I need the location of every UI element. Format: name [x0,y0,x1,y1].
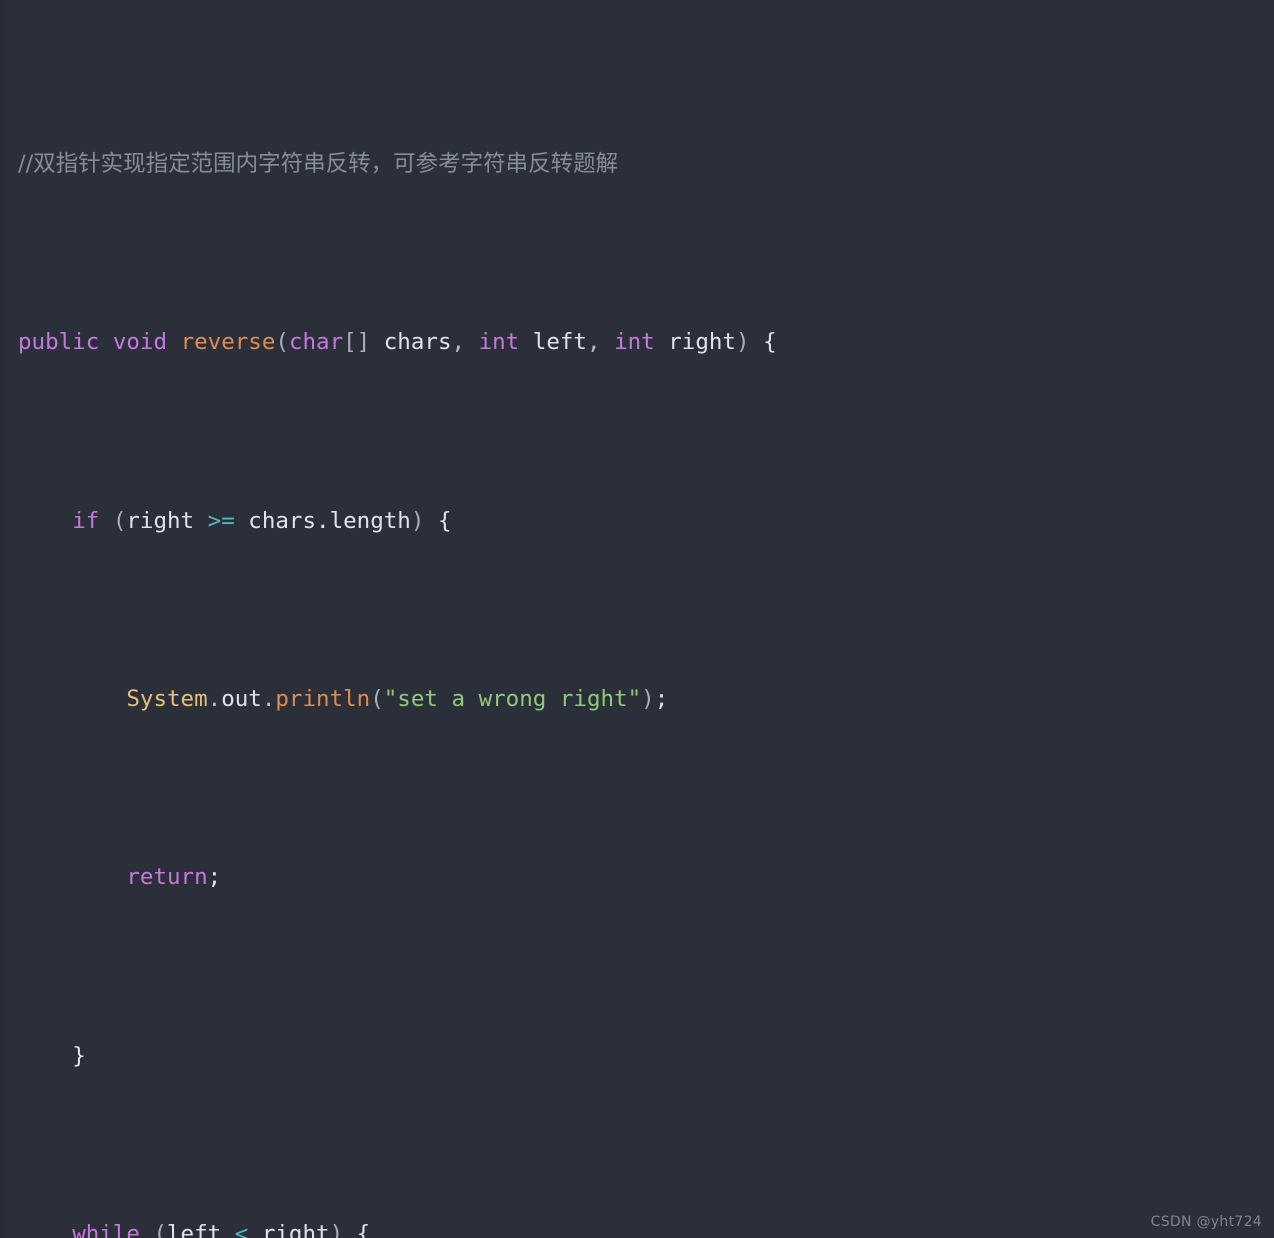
token-keyword-void: void [112,329,168,356]
token-expr-chars-length: chars.length [234,507,411,534]
token-operator-gte: >= [207,507,235,534]
code-line[interactable]: public void reverse(char[] chars, int le… [18,320,1274,365]
code-line[interactable]: } [18,1034,1274,1079]
token-comma: , [451,329,466,356]
token-keyword-if: if [72,507,100,534]
token-brace-close: } [72,1042,86,1069]
token-identifier-right: right [654,329,736,356]
code-block[interactable]: //双指针实现指定范围内字符串反转，可参考字符串反转题解 public void… [18,8,1274,1238]
token-semicolon: ; [207,864,222,891]
token-comment: //双指针实现指定范围内字符串反转，可参考字符串反转题解 [18,150,619,177]
code-screenshot: //双指针实现指定范围内字符串反转，可参考字符串反转题解 public void… [0,0,1274,1238]
token-paren-close: ) [641,685,655,712]
code-line[interactable]: while (left < right) { [18,1212,1274,1238]
left-gutter-strip [0,0,5,1238]
token-keyword-char: char [288,329,344,356]
token-paren-open: ( [370,685,384,712]
token-method-println: println [275,685,371,712]
code-line[interactable]: System.out.println("set a wrong right"); [18,677,1274,722]
code-line[interactable]: return; [18,855,1274,900]
token-comma: , [586,329,601,356]
token-brace-open: { [424,507,452,534]
token-field-out: out [221,685,262,712]
token-semicolon: ; [654,685,669,712]
token-identifier-chars: chars [370,329,452,356]
token-keyword-public: public [18,329,100,356]
token-paren-close: ) [329,1221,344,1238]
token-class-system: System [126,685,208,712]
token-dot: . [207,685,222,712]
code-line[interactable]: //双指针实现指定范围内字符串反转，可参考字符串反转题解 [18,142,1274,187]
token-paren-open: ( [153,1221,168,1238]
token-keyword-int: int [478,329,520,356]
token-paren-open: ( [112,507,127,534]
token-dot: . [261,685,276,712]
token-identifier-left: left [519,329,587,356]
token-brackets: [] [343,329,371,356]
token-brace-open: { [749,329,777,356]
token-keyword-return: return [126,864,208,891]
token-keyword-while: while [72,1221,140,1238]
token-paren-close: ) [410,507,425,534]
token-identifier-right: right [248,1221,330,1238]
token-paren-open: ( [275,329,289,356]
token-brace-open: { [343,1221,371,1238]
token-identifier-left: left [167,1221,235,1238]
code-line[interactable]: if (right >= chars.length) { [18,499,1274,544]
token-string-literal: "set a wrong right" [383,685,642,712]
token-keyword-int: int [614,329,655,356]
token-paren-close: ) [735,329,750,356]
watermark: CSDN @yht724 [1150,1214,1262,1230]
token-operator-lt: < [234,1221,249,1238]
token-method-reverse: reverse [180,329,276,356]
token-identifier-right: right [126,507,208,534]
